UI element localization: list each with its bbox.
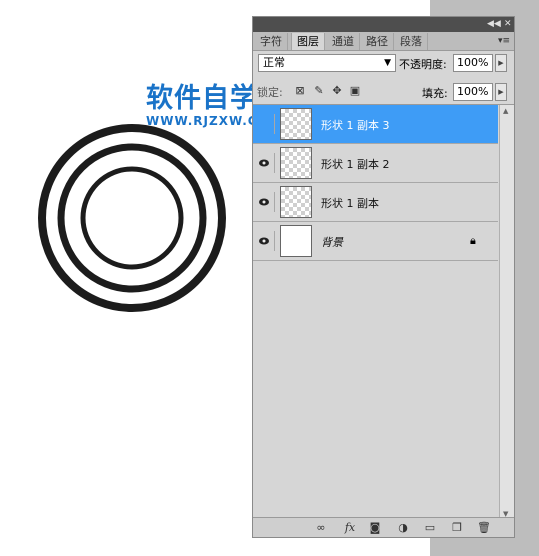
layer-name[interactable]: 形状 1 副本: [321, 195, 379, 211]
link-icon[interactable]: ∞: [312, 521, 330, 534]
adjustment-icon[interactable]: ◑: [396, 521, 410, 534]
fill-field[interactable]: 100%: [453, 83, 493, 101]
scroll-up-icon[interactable]: ▲: [503, 107, 508, 115]
layer-thumbnail: [280, 186, 312, 218]
trash-icon[interactable]: 🗑︎: [477, 521, 491, 534]
tab-layers[interactable]: 图层: [291, 33, 325, 50]
new-layer-icon[interactable]: ❐: [450, 521, 464, 534]
panel-menu-icon[interactable]: ▾≡: [498, 33, 510, 49]
panel-bottom-toolbar: ∞ fx ◙ ◑ ▭ ❐ 🗑︎: [253, 517, 514, 537]
lock-all-icon[interactable]: ▣: [349, 85, 361, 97]
tab-paragraph[interactable]: 段落: [395, 33, 428, 50]
visibility-eye-icon[interactable]: [255, 231, 275, 251]
mask-icon[interactable]: ◙: [368, 521, 382, 534]
opacity-field[interactable]: 100%: [453, 54, 493, 72]
layer-thumbnail: [280, 225, 312, 257]
layer-row[interactable]: 背景 🔒︎: [253, 222, 498, 261]
inner-ring: [80, 166, 184, 270]
layer-name[interactable]: 形状 1 副本 3: [321, 117, 390, 133]
fx-icon[interactable]: fx: [341, 521, 359, 534]
fill-slider-arrow-icon[interactable]: ▶: [495, 83, 507, 101]
layer-row[interactable]: 形状 1 副本: [253, 183, 498, 222]
layers-list: 形状 1 副本 3 形状 1 副本 2 形状 1 副本 背景 🔒︎ ▲ ▼: [253, 104, 514, 520]
layer-row[interactable]: 形状 1 副本 3: [253, 105, 498, 144]
close-icon[interactable]: ✕: [504, 18, 512, 30]
group-icon[interactable]: ▭: [423, 521, 437, 534]
dropdown-arrow-icon: ▼: [384, 58, 391, 68]
panel-tabbar: 字符 图层 通道 路径 段落 ▾≡: [253, 32, 514, 51]
lock-icon: 🔒︎: [470, 234, 476, 247]
layers-scrollbar[interactable]: ▲ ▼: [499, 105, 514, 520]
panel-titlebar[interactable]: ◀◀ ✕: [253, 17, 514, 32]
tab-paths[interactable]: 路径: [361, 33, 394, 50]
layer-thumbnail: [280, 108, 312, 140]
visibility-eye-icon[interactable]: [255, 153, 275, 173]
layer-row[interactable]: 形状 1 副本 2: [253, 144, 498, 183]
opacity-label: 不透明度:: [399, 58, 447, 71]
layer-thumbnail: [280, 147, 312, 179]
visibility-eye-icon[interactable]: [255, 114, 275, 134]
lock-transparent-icon[interactable]: ⊠: [294, 85, 306, 97]
collapse-icon[interactable]: ◀◀: [487, 18, 501, 30]
visibility-eye-icon[interactable]: [255, 192, 275, 212]
lock-position-move-icon[interactable]: ✥: [331, 85, 343, 97]
tab-channels[interactable]: 通道: [327, 33, 360, 50]
lock-image-brush-icon[interactable]: ✎: [313, 85, 325, 97]
blend-row: 正常 ▼ 不透明度: 100% ▶: [253, 52, 514, 78]
blend-mode-select[interactable]: 正常 ▼: [258, 54, 396, 72]
blend-mode-value: 正常: [263, 56, 285, 69]
lock-label: 锁定:: [257, 86, 283, 99]
layer-name[interactable]: 背景: [321, 234, 343, 250]
concentric-circles-artwork: [38, 124, 226, 312]
fill-label: 填充:: [422, 87, 448, 100]
outer-ring: [38, 124, 226, 312]
layers-panel: ◀◀ ✕ 字符 图层 通道 路径 段落 ▾≡ 正常 ▼ 不透明度: 100% ▶…: [252, 16, 515, 538]
tab-character[interactable]: 字符: [255, 33, 288, 50]
layer-name[interactable]: 形状 1 副本 2: [321, 156, 390, 172]
lock-row: 锁定: ⊠ ✎ ✥ ▣ 填充: 100% ▶: [253, 80, 514, 104]
opacity-slider-arrow-icon[interactable]: ▶: [495, 54, 507, 72]
